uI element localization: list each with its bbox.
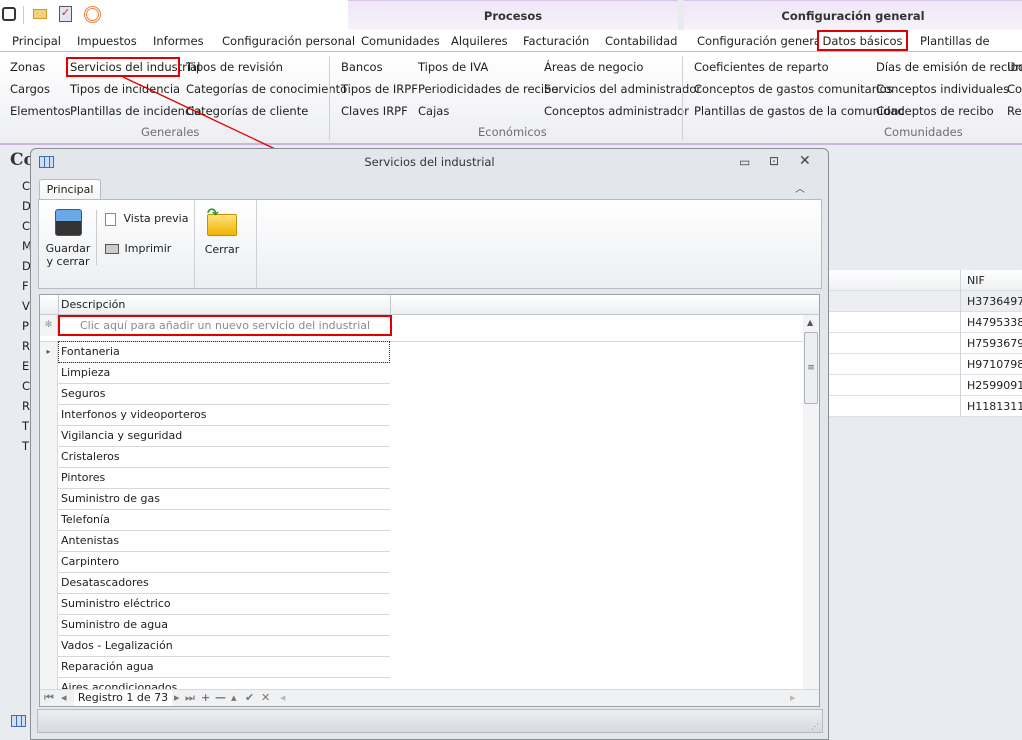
- resize-grip[interactable]: ⋰: [811, 722, 819, 731]
- print-label: Imprimir: [124, 242, 172, 255]
- minimize-button[interactable]: ▭: [739, 155, 750, 169]
- row-indicator[interactable]: [40, 531, 58, 552]
- preview-icon: [105, 212, 116, 226]
- row-description[interactable]: Seguros: [61, 384, 105, 404]
- row-description[interactable]: Interfonos y videoporteros: [61, 405, 206, 425]
- dialog-servicios-del-industrial: Servicios del industrial ▭ ⊡ ✕ ︿ Princip…: [30, 148, 829, 740]
- table-row[interactable]: Limpieza: [40, 363, 390, 384]
- prev-record-button[interactable]: ◂: [61, 690, 67, 706]
- row-indicator[interactable]: [40, 594, 58, 615]
- table-row[interactable]: Interfonos y videoporteros: [40, 405, 390, 426]
- close-dialog-button[interactable]: ↷ Cerrar: [199, 204, 245, 284]
- first-record-button[interactable]: ⏮: [44, 690, 54, 706]
- table-row[interactable]: Cristaleros: [40, 447, 390, 468]
- row-indicator[interactable]: [40, 657, 58, 678]
- row-indicator[interactable]: [40, 510, 58, 531]
- table-row[interactable]: Vados - Legalización: [40, 636, 390, 657]
- row-description[interactable]: Antenistas: [61, 531, 119, 551]
- row-indicator[interactable]: [40, 447, 58, 468]
- row-description[interactable]: Suministro de agua: [61, 615, 168, 635]
- table-row[interactable]: Antenistas: [40, 531, 390, 552]
- floppy-disk-icon: [55, 209, 82, 236]
- row-description[interactable]: Suministro eléctrico: [61, 594, 171, 614]
- print-button[interactable]: Imprimir: [105, 242, 171, 260]
- record-counter: Registro 1 de 73: [74, 690, 172, 706]
- row-description[interactable]: Telefonía: [61, 510, 110, 530]
- divider: [194, 200, 195, 288]
- table-icon: [39, 156, 54, 168]
- maximize-button[interactable]: ⊡: [769, 154, 779, 168]
- row-description[interactable]: Vados - Legalización: [61, 636, 173, 656]
- add-record-button[interactable]: +: [201, 690, 210, 706]
- row-description[interactable]: Pintores: [61, 468, 105, 488]
- scrollbar-thumb[interactable]: ≡: [804, 332, 818, 404]
- table-row[interactable]: Vigilancia y seguridad: [40, 426, 390, 447]
- table-row[interactable]: Desatascadores: [40, 573, 390, 594]
- green-arrow: ↷: [207, 206, 219, 222]
- tab-principal-dialog[interactable]: Principal: [39, 179, 101, 200]
- divider: [96, 210, 97, 265]
- row-indicator[interactable]: [40, 615, 58, 636]
- table-row[interactable]: Pintores: [40, 468, 390, 489]
- edit-record-button[interactable]: ▴: [231, 690, 237, 706]
- hscroll-left-button[interactable]: ◂: [280, 690, 286, 706]
- row-description[interactable]: Reparación agua: [61, 657, 154, 677]
- row-indicator[interactable]: [40, 405, 58, 426]
- grid-header: Descripción: [40, 295, 819, 315]
- dialog-ribbon: Guardar y cerrar Vista previa Imprimir ↷…: [38, 199, 822, 289]
- dialog-title: Servicios del industrial: [364, 155, 495, 169]
- new-row[interactable]: ✻ Clic aquí para añadir un nuevo servici…: [40, 315, 392, 336]
- column-header-descripcion[interactable]: Descripción: [61, 298, 125, 311]
- row-description[interactable]: Carpintero: [61, 552, 119, 572]
- table-row[interactable]: Seguros: [40, 384, 390, 405]
- status-bar: ⋰: [37, 709, 823, 733]
- preview-button[interactable]: Vista previa: [105, 212, 188, 230]
- row-indicator[interactable]: [40, 636, 58, 657]
- row-description[interactable]: Fontaneria: [58, 341, 390, 363]
- services-grid: Descripción ✻ Clic aquí para añadir un n…: [39, 294, 820, 707]
- row-description[interactable]: Suministro de gas: [61, 489, 160, 509]
- row-indicator[interactable]: ▸: [40, 342, 58, 363]
- close-label: Cerrar: [204, 243, 240, 256]
- table-row[interactable]: Reparación agua: [40, 657, 390, 678]
- hscroll-right-button[interactable]: ▸: [790, 690, 796, 706]
- row-indicator[interactable]: [40, 552, 58, 573]
- preview-label: Vista previa: [123, 212, 189, 225]
- row-indicator[interactable]: [40, 426, 58, 447]
- save-and-close-button[interactable]: Guardar y cerrar: [43, 204, 93, 284]
- row-indicator[interactable]: [40, 468, 58, 489]
- row-indicator[interactable]: [40, 489, 58, 510]
- new-row-placeholder[interactable]: Clic aquí para añadir un nuevo servicio …: [58, 315, 392, 336]
- row-indicator[interactable]: [40, 573, 58, 594]
- table-row[interactable]: ▸ Fontaneria: [40, 341, 390, 363]
- close-button[interactable]: ✕: [799, 153, 811, 169]
- row-description[interactable]: Vigilancia y seguridad: [61, 426, 182, 446]
- collapse-ribbon-icon[interactable]: ︿: [795, 180, 805, 195]
- table-row[interactable]: Suministro de agua: [40, 615, 390, 636]
- cancel-record-button[interactable]: ✕: [261, 690, 270, 706]
- table-row[interactable]: Suministro eléctrico: [40, 594, 390, 615]
- vertical-scrollbar[interactable]: ▲ ≡: [803, 315, 819, 689]
- printer-icon: [105, 244, 119, 254]
- row-description[interactable]: Limpieza: [61, 363, 110, 383]
- record-navigator: ⏮ ◂ Registro 1 de 73 ▸ ⏭ + — ▴ ✔ ✕ ◂ ▸: [40, 689, 819, 706]
- save-label: Guardar y cerrar: [45, 242, 91, 268]
- save-record-button[interactable]: ✔: [245, 690, 254, 706]
- next-record-button[interactable]: ▸: [174, 690, 180, 706]
- row-description[interactable]: Cristaleros: [61, 447, 120, 467]
- row-description[interactable]: Desatascadores: [61, 573, 149, 593]
- row-indicator[interactable]: [40, 384, 58, 405]
- row-indicator[interactable]: [40, 363, 58, 384]
- table-row[interactable]: Suministro de gas: [40, 489, 390, 510]
- table-row[interactable]: Carpintero: [40, 552, 390, 573]
- table-row[interactable]: Telefonía: [40, 510, 390, 531]
- last-record-button[interactable]: ⏭: [185, 690, 195, 706]
- divider: [256, 200, 257, 288]
- delete-record-button[interactable]: —: [215, 690, 226, 706]
